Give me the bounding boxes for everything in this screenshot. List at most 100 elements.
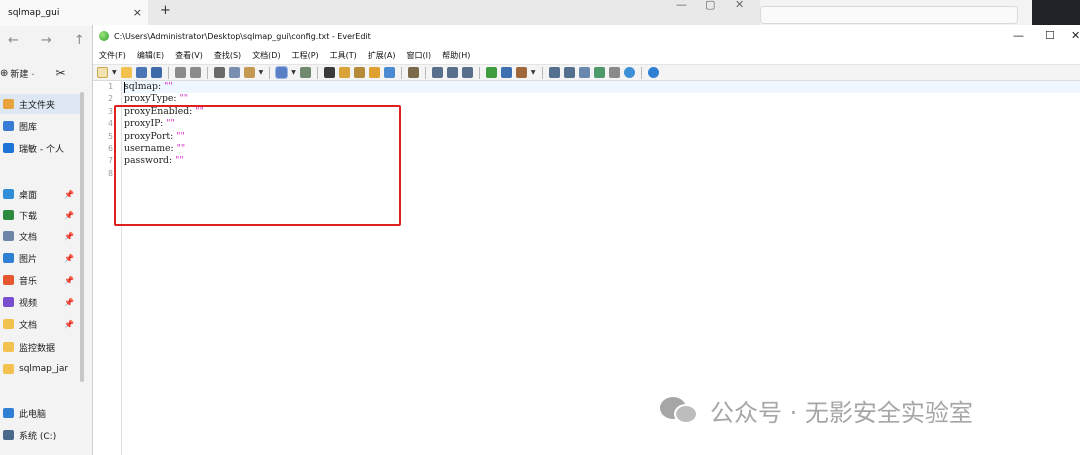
- sidebar-item[interactable]: 系统 (C:): [0, 425, 80, 445]
- window-icon[interactable]: [500, 67, 512, 78]
- column-mode-icon[interactable]: [299, 67, 311, 78]
- goto-icon[interactable]: [383, 67, 395, 78]
- menu-item[interactable]: 扩展(A): [368, 50, 396, 61]
- everedit-title-bar: C:\Users\Administrator\Desktop\sqlmap_gu…: [93, 25, 1080, 47]
- line-number: 8: [108, 168, 113, 178]
- cut-icon[interactable]: [213, 67, 225, 78]
- replace-icon[interactable]: [353, 67, 365, 78]
- menu-item[interactable]: 工具(T): [330, 50, 357, 61]
- sidebar-toggle-icon[interactable]: [563, 67, 575, 78]
- code-line[interactable]: proxyType: "": [124, 93, 188, 105]
- menu-item[interactable]: 帮助(H): [442, 50, 470, 61]
- new-tab-icon[interactable]: +: [160, 3, 171, 18]
- find-in-files-icon[interactable]: [338, 67, 350, 78]
- toolbar-separator: [206, 66, 208, 79]
- menu-item[interactable]: 文档(D): [252, 50, 280, 61]
- editor-toolbar: ▼ ▼ ▼ ▼: [93, 64, 1080, 81]
- sidebar-item[interactable]: 图库: [0, 116, 80, 136]
- sidebar-item[interactable]: 下载 📌: [0, 205, 80, 225]
- sidebar-item[interactable]: 主文件夹: [0, 94, 80, 114]
- menu-item[interactable]: 窗口(I): [407, 50, 432, 61]
- paste-icon[interactable]: [243, 67, 255, 78]
- minimize-icon[interactable]: —: [1013, 29, 1024, 42]
- run-icon[interactable]: [431, 67, 443, 78]
- drive-icon: [3, 430, 14, 440]
- pin-icon: 📌: [64, 210, 74, 220]
- maximize-icon[interactable]: ☐: [1045, 29, 1055, 42]
- statistics-icon[interactable]: [407, 67, 419, 78]
- menu-item[interactable]: 文件(F): [99, 50, 126, 61]
- split-window-icon[interactable]: [548, 67, 560, 78]
- explorer-command-bar: ⊕ 新建 ⌄ ✂: [0, 62, 92, 84]
- gallery-icon: [3, 121, 14, 131]
- sidebar-item-label: 此电脑: [19, 409, 47, 420]
- chevron-down-icon[interactable]: ▼: [531, 69, 536, 76]
- background-dark-window: [1032, 0, 1080, 26]
- close-tab-icon[interactable]: ×: [133, 6, 142, 19]
- undo-icon[interactable]: [174, 67, 186, 78]
- new-button[interactable]: ⊕ 新建 ⌄: [0, 67, 35, 80]
- config-value: "": [179, 93, 189, 105]
- explorer-tab-title: sqlmap_gui: [8, 8, 60, 18]
- menu-item[interactable]: 查看(V): [175, 50, 203, 61]
- forward-arrow-icon[interactable]: →: [41, 33, 52, 48]
- red-annotation-box: [114, 105, 401, 226]
- save-icon[interactable]: [135, 67, 147, 78]
- line-number: 1: [108, 82, 113, 91]
- download-icon: [3, 210, 14, 220]
- copy-icon[interactable]: [228, 67, 240, 78]
- everedit-window: C:\Users\Administrator\Desktop\sqlmap_gu…: [92, 25, 1080, 455]
- run-config-icon[interactable]: [446, 67, 458, 78]
- plugin-icon[interactable]: [485, 67, 497, 78]
- sidebar-item-label: 图片: [19, 254, 38, 265]
- explorer-close-icon[interactable]: ✕: [735, 0, 744, 18]
- open-folder-icon[interactable]: [120, 67, 132, 78]
- explorer-tab-bar: sqlmap_gui × + — ▢ ✕: [0, 0, 760, 26]
- explorer-minimize-icon[interactable]: —: [676, 0, 687, 18]
- word-wrap-icon[interactable]: [275, 66, 289, 79]
- output-window-icon[interactable]: [578, 67, 590, 78]
- home-icon: [3, 99, 14, 109]
- help-icon[interactable]: [647, 67, 659, 78]
- sidebar-item[interactable]: 文档 📌: [0, 314, 80, 334]
- chevron-down-icon[interactable]: ▼: [112, 69, 117, 76]
- menu-item[interactable]: 编辑(E): [137, 50, 164, 61]
- redo-icon[interactable]: [189, 67, 201, 78]
- cut-icon[interactable]: ✂: [55, 66, 65, 80]
- menu-item[interactable]: 工程(P): [292, 50, 319, 61]
- save-all-icon[interactable]: [150, 67, 162, 78]
- chevron-down-icon[interactable]: ▼: [291, 69, 296, 76]
- stop-icon[interactable]: [461, 67, 473, 78]
- browser-preview-icon[interactable]: [623, 67, 635, 78]
- menu-item[interactable]: 查找(S): [214, 50, 241, 61]
- new-file-icon[interactable]: [97, 67, 108, 78]
- mark-icon[interactable]: [368, 67, 380, 78]
- sidebar-item[interactable]: 音乐 📌: [0, 270, 80, 290]
- hex-view-icon[interactable]: [608, 67, 620, 78]
- sidebar-item[interactable]: 视频 📌: [0, 292, 80, 312]
- sidebar-item[interactable]: 监控数据: [0, 337, 80, 357]
- line-number: 2: [108, 94, 113, 104]
- explorer-maximize-icon[interactable]: ▢: [705, 0, 715, 18]
- sidebar-scrollbar[interactable]: [80, 92, 84, 382]
- sidebar-item-label: 瑞敏 - 个人: [19, 144, 64, 155]
- compare-icon[interactable]: [593, 67, 605, 78]
- explorer-tab[interactable]: sqlmap_gui ×: [0, 0, 148, 26]
- sidebar-item[interactable]: sqlmap_jar: [0, 359, 80, 379]
- back-arrow-icon[interactable]: ←: [8, 33, 19, 48]
- close-icon[interactable]: ✕: [1071, 29, 1080, 42]
- sidebar-item[interactable]: 图片 📌: [0, 248, 80, 268]
- tools-icon[interactable]: [515, 67, 527, 78]
- sidebar-item[interactable]: 此电脑: [0, 403, 80, 423]
- sidebar-item[interactable]: 瑞敏 - 个人: [0, 138, 80, 158]
- line-number: 7: [108, 156, 113, 166]
- toolbar-separator: [269, 66, 271, 79]
- sidebar-item[interactable]: 桌面 📌: [0, 184, 80, 204]
- chevron-down-icon[interactable]: ▼: [259, 69, 264, 76]
- code-line[interactable]: sqlmap: "": [124, 81, 173, 93]
- sidebar-item[interactable]: 文档 📌: [0, 226, 80, 246]
- pin-icon: 📌: [64, 319, 74, 329]
- find-icon[interactable]: [323, 67, 335, 78]
- up-arrow-icon[interactable]: ↑: [74, 33, 85, 48]
- folder-icon: [3, 364, 14, 374]
